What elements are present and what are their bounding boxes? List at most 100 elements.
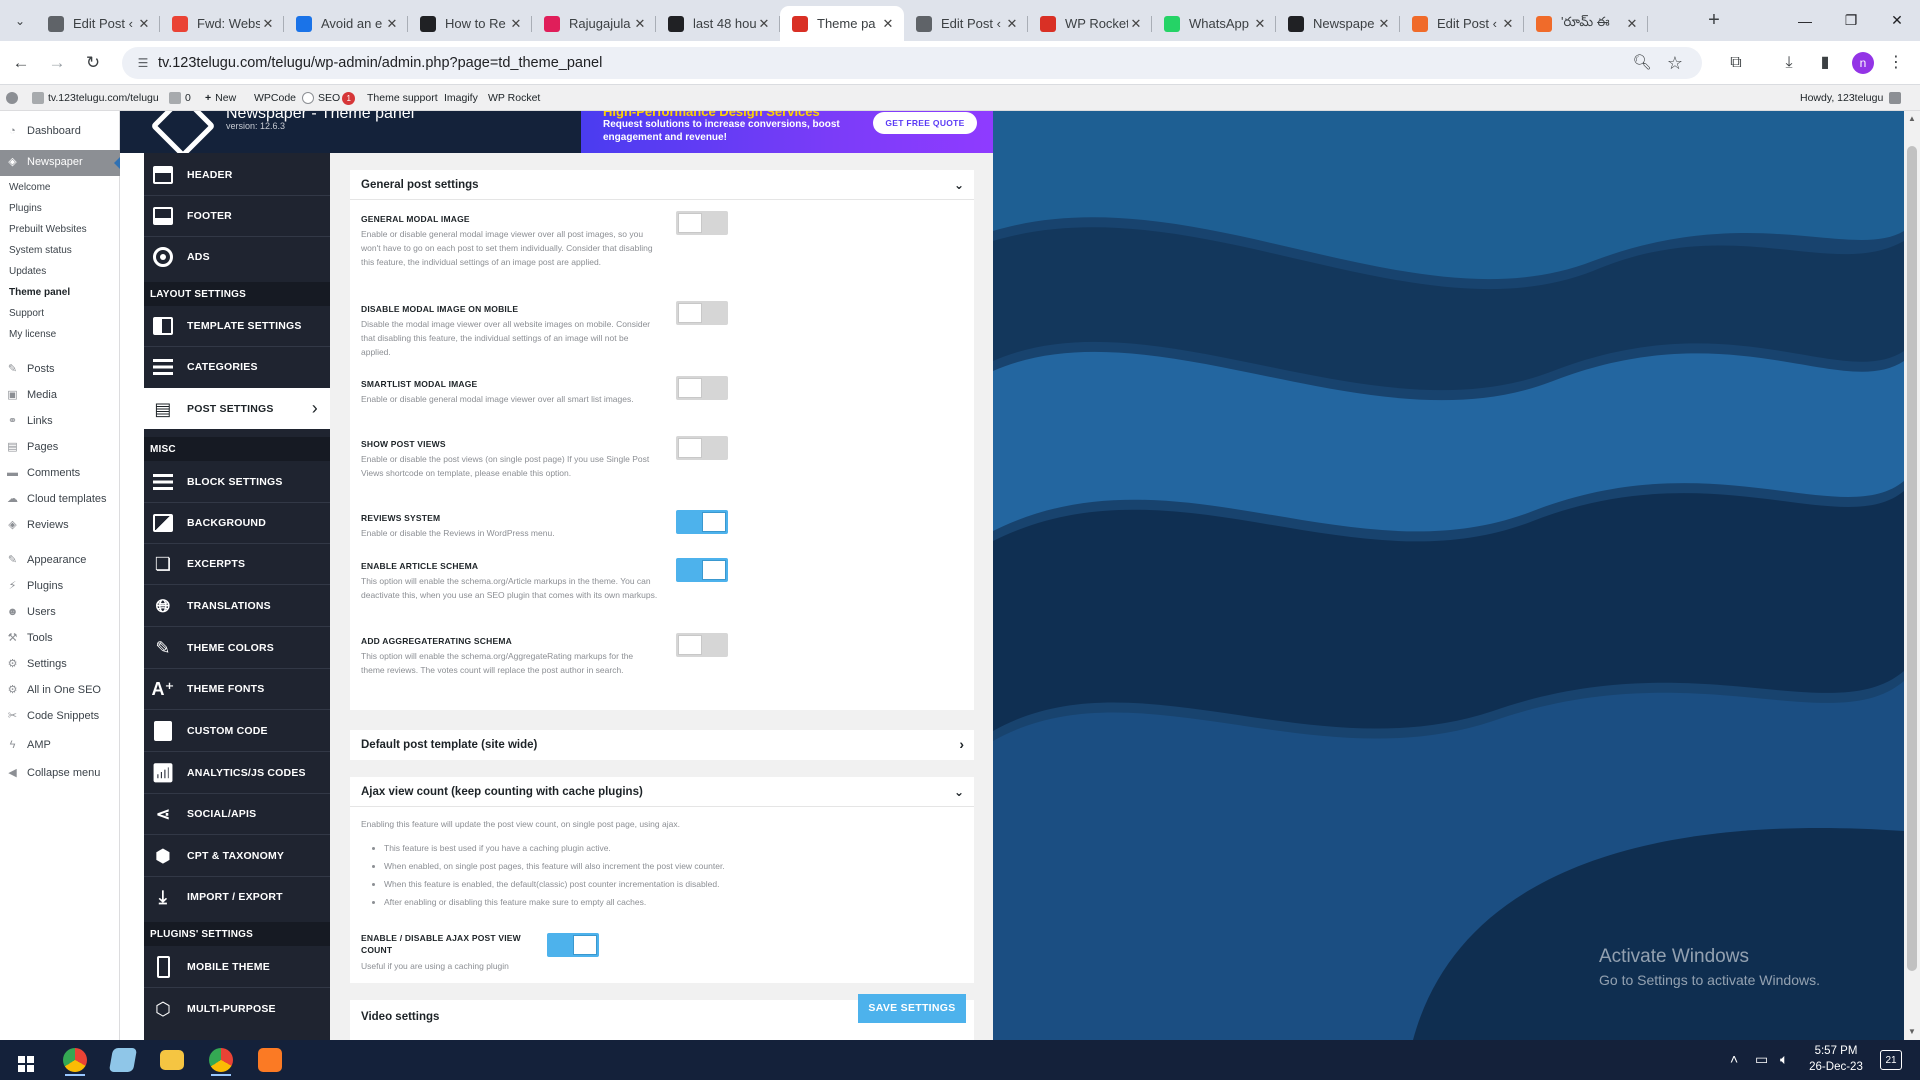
close-tab-icon[interactable]: ✕ [1128,16,1144,32]
reload-icon[interactable]: ↻ [82,52,104,74]
ajax-post-view-toggle[interactable] [547,933,599,957]
browser-tab[interactable]: Newspape ✕ [1276,6,1400,41]
close-tab-icon[interactable]: ✕ [1624,16,1640,32]
new-tab-plus-icon[interactable]: + [1700,10,1728,32]
nav-translations[interactable]: 🌐︎ TRANSLATIONS [144,585,330,626]
close-tab-icon[interactable]: ✕ [136,16,152,32]
browser-tab[interactable]: Theme pa ✕ [780,6,904,41]
profile-avatar[interactable]: n [1852,52,1874,74]
browser-tab[interactable]: Fwd: Website✕ [160,6,284,41]
taskbar-file-explorer[interactable] [152,1044,192,1076]
setting-toggle[interactable] [676,301,728,325]
nav-analytics[interactable]: 📶︎ ANALYTICS/JS CODES [144,752,330,793]
taskbar-notepad[interactable] [103,1044,143,1076]
setting-toggle[interactable] [676,436,728,460]
tray-chevron-up-icon[interactable]: ˄ [1730,1051,1738,1067]
nav-theme-colors[interactable]: ✎ THEME COLORS [144,627,330,668]
nav-social[interactable]: ⋖ SOCIAL/APIS [144,794,330,834]
scroll-down-arrow-icon[interactable]: ▼ [1907,1027,1917,1037]
close-tab-icon[interactable]: ✕ [1376,16,1392,32]
nav-multi-purpose[interactable]: ⬡ MULTI-PURPOSE [144,988,330,1029]
network-icon[interactable]: ▭ [1755,1051,1768,1068]
nav-header[interactable]: HEADER [144,155,330,195]
start-button[interactable] [4,1044,44,1076]
page-scrollbar[interactable]: ▲ ▼ [1904,111,1920,1040]
tab-search-chevron-icon[interactable]: ⌄ [8,10,32,32]
admin-bar-wp-rocket[interactable]: WP Rocket [488,85,540,111]
nav-block-settings[interactable]: BLOCK SETTINGS [144,461,330,502]
extensions-puzzle-icon[interactable]: ⧉ [1725,52,1747,74]
browser-tab[interactable]: 'రూమ్ ఈ ✕ [1524,6,1648,41]
browser-tab[interactable]: last 48 hou ✕ [656,6,780,41]
browser-tab[interactable]: Edit Post ‹ ✕ [904,6,1028,41]
chrome-menu-icon[interactable]: ⋮ [1885,52,1907,74]
close-tab-icon[interactable]: ✕ [1500,16,1516,32]
close-tab-icon[interactable]: ✕ [632,16,648,32]
browser-tab[interactable]: How to Re ✕ [408,6,532,41]
close-tab-icon[interactable]: ✕ [384,16,400,32]
nav-post-settings[interactable]: ▤ POST SETTINGS › [144,388,330,429]
wordpress-logo-icon[interactable] [6,85,22,111]
admin-bar-howdy[interactable]: Howdy, 123telugu [1800,85,1905,111]
browser-tab[interactable]: WP Rocket ✕ [1028,6,1152,41]
side-panel-icon[interactable]: ▮ [1814,52,1836,74]
close-tab-icon[interactable]: ✕ [880,16,896,32]
admin-bar-site-link[interactable]: tv.123telugu.com/telugu [32,85,159,111]
setting-toggle[interactable] [676,633,728,657]
taskbar-xampp[interactable] [250,1044,290,1076]
browser-tab[interactable]: Avoid an e ✕ [284,6,408,41]
browser-tab[interactable]: Rajugajula ✕ [532,6,656,41]
site-info-icon[interactable]: ☰ [134,54,152,72]
nav-mobile-theme[interactable]: MOBILE THEME [144,946,330,987]
default-post-template-header[interactable]: Default post template (site wide) › [350,730,974,760]
address-bar[interactable]: ☰ tv.123telugu.com/telugu/wp-admin/admin… [122,47,1702,79]
setting-toggle[interactable] [676,558,728,582]
nav-cpt-taxonomy[interactable]: ⬢ CPT & TAXONOMY [144,835,330,876]
volume-icon[interactable]: 🔈︎ [1780,1051,1788,1068]
admin-bar-theme-support[interactable]: Theme support [367,85,438,111]
scroll-up-arrow-icon[interactable]: ▲ [1907,114,1917,124]
forward-arrow-icon[interactable]: → [46,52,68,74]
admin-bar-comments[interactable]: 0 [169,85,191,111]
nav-theme-fonts[interactable]: A⁺ THEME FONTS [144,669,330,709]
admin-bar-seo[interactable]: SEO 1 [302,85,356,111]
url-text[interactable]: tv.123telugu.com/telugu/wp-admin/admin.p… [158,47,602,79]
nav-excerpts[interactable]: ❏ EXCERPTS [144,544,330,584]
admin-bar-new[interactable]: + New [205,85,236,111]
promo-banner[interactable]: High-Performance Design Services Request… [581,111,993,153]
nav-ads[interactable]: ADS [144,237,330,277]
close-tab-icon[interactable]: ✕ [260,16,276,32]
admin-bar-imagify[interactable]: Imagify [444,85,478,111]
nav-import-export[interactable]: ⤓ IMPORT / EXPORT [144,877,330,917]
bookmark-star-icon[interactable]: ☆ [1664,52,1686,74]
nav-template-settings[interactable]: TEMPLATE SETTINGS [144,306,330,346]
restore-icon[interactable]: ❐ [1828,0,1874,41]
taskbar-chrome[interactable] [55,1044,95,1076]
general-post-settings-header[interactable]: General post settings ⌄ [350,170,974,200]
browser-tab[interactable]: Edit Post ‹ ✕ [1400,6,1524,41]
scrollbar-thumb[interactable] [1907,146,1917,971]
zoom-magnifier-icon[interactable]: 🔍︎ [1632,53,1652,73]
save-settings-button[interactable]: SAVE SETTINGS [858,994,966,1023]
admin-bar-wpcode[interactable]: WPCode [254,85,296,111]
back-arrow-icon[interactable]: ← [10,52,32,74]
get-free-quote-button[interactable]: GET FREE QUOTE [873,112,977,134]
nav-footer[interactable]: FOOTER [144,196,330,236]
taskbar-clock[interactable]: 5:57 PM 26-Dec-23 [1804,1043,1868,1075]
nav-categories[interactable]: CATEGORIES [144,347,330,387]
setting-toggle[interactable] [676,211,728,235]
close-tab-icon[interactable]: ✕ [756,16,772,32]
notification-center-icon[interactable]: 21 [1880,1050,1902,1070]
downloads-icon[interactable]: ⤓ [1778,52,1800,74]
close-tab-icon[interactable]: ✕ [1252,16,1268,32]
close-tab-icon[interactable]: ✕ [508,16,524,32]
nav-background[interactable]: BACKGROUND [144,503,330,543]
menu-newspaper[interactable]: ◈ Newspaper [0,150,120,176]
minimize-icon[interactable]: — [1782,0,1828,41]
browser-tab[interactable]: Edit Post ‹ ✕ [36,6,160,41]
setting-toggle[interactable] [676,376,728,400]
close-window-icon[interactable]: ✕ [1874,0,1920,41]
taskbar-chrome-profile[interactable] [201,1044,241,1076]
setting-toggle[interactable] [676,510,728,534]
nav-custom-code[interactable]: CUSTOM CODE [144,710,330,751]
